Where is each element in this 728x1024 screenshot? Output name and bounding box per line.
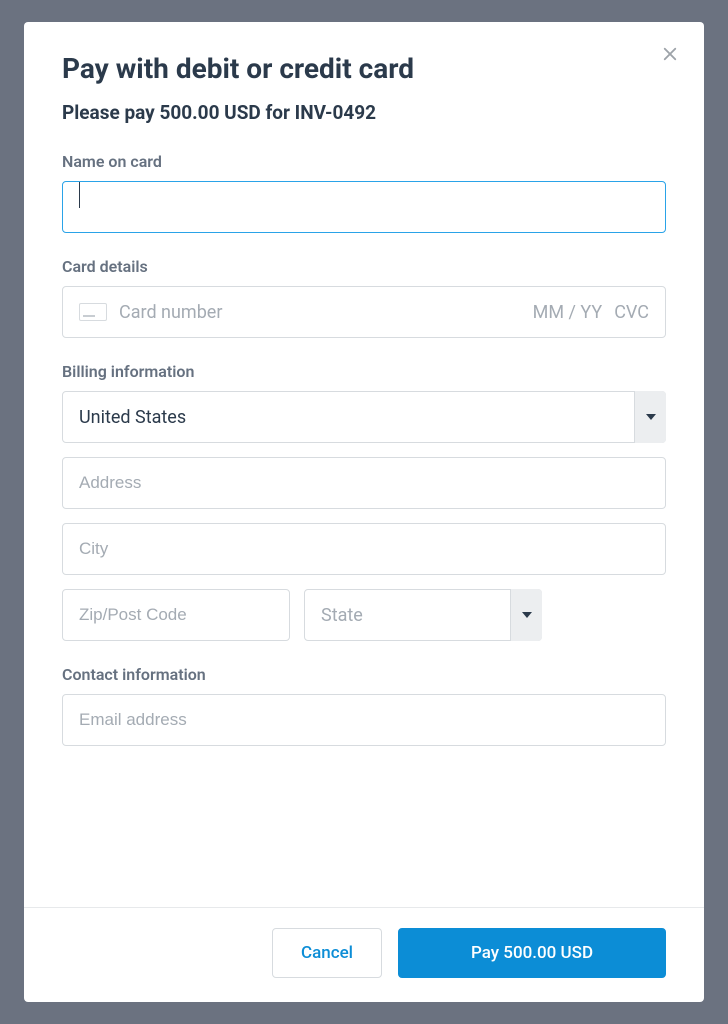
modal-body: Pay with debit or credit card Please pay… xyxy=(24,22,704,907)
pay-button[interactable]: Pay 500.00 USD xyxy=(398,928,666,978)
credit-card-icon xyxy=(79,303,107,321)
country-select-wrap: United States xyxy=(62,391,666,443)
card-details-input[interactable]: Card number MM / YY CVC xyxy=(62,286,666,338)
zip-state-row: State xyxy=(62,589,666,641)
name-on-card-input[interactable] xyxy=(62,181,666,233)
name-on-card-label: Name on card xyxy=(62,152,666,171)
contact-label: Contact information xyxy=(62,665,666,684)
close-button[interactable] xyxy=(660,44,680,64)
contact-group: Contact information xyxy=(62,665,666,746)
state-select-caret[interactable] xyxy=(510,589,542,641)
billing-group: Billing information United States State xyxy=(62,362,666,641)
modal-subtitle: Please pay 500.00 USD for INV-0492 xyxy=(62,101,666,124)
country-select[interactable]: United States xyxy=(62,391,666,443)
city-input[interactable] xyxy=(62,523,666,575)
card-expiry-placeholder: MM / YY xyxy=(533,302,603,323)
modal-footer: Cancel Pay 500.00 USD xyxy=(24,907,704,1002)
state-select[interactable]: State xyxy=(304,589,542,641)
country-select-caret[interactable] xyxy=(634,391,666,443)
card-number-placeholder: Card number xyxy=(119,302,521,323)
chevron-down-icon xyxy=(646,414,656,420)
zip-input[interactable] xyxy=(62,589,290,641)
card-details-label: Card details xyxy=(62,257,666,276)
modal-title: Pay with debit or credit card xyxy=(62,52,666,85)
chevron-down-icon xyxy=(522,612,532,618)
name-on-card-group: Name on card xyxy=(62,152,666,233)
email-input[interactable] xyxy=(62,694,666,746)
cancel-button[interactable]: Cancel xyxy=(272,928,382,978)
card-cvc-placeholder: CVC xyxy=(614,302,649,323)
address-input[interactable] xyxy=(62,457,666,509)
billing-label: Billing information xyxy=(62,362,666,381)
billing-stack: United States State xyxy=(62,391,666,641)
payment-modal: Pay with debit or credit card Please pay… xyxy=(24,22,704,1002)
card-details-group: Card details Card number MM / YY CVC xyxy=(62,257,666,338)
text-cursor xyxy=(79,182,80,208)
close-icon xyxy=(661,45,679,63)
